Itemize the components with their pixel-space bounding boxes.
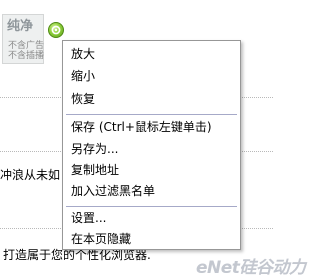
adblock-widget[interactable]: 纯净 不含广告 不含插播: [2, 14, 44, 64]
background-text-line: 冲浪从未如: [0, 168, 61, 182]
menu-separator: [66, 206, 237, 207]
adblock-line: 不含广告: [8, 41, 45, 51]
context-menu: 放大 缩小 恢复 保存 (Ctrl+鼠标左键单击) 另存为... 复制地址 加入…: [62, 40, 241, 250]
menu-item-copy-address[interactable]: 复制地址: [71, 161, 119, 179]
adblock-line: 不含插播: [8, 51, 45, 61]
menu-separator: [66, 114, 237, 115]
adblock-title: 纯净: [7, 19, 34, 34]
enet-watermark: eNet硅谷动力: [196, 258, 306, 278]
menu-item-save[interactable]: 保存 (Ctrl+鼠标左键单击): [71, 118, 212, 136]
green-toggle-icon[interactable]: [48, 22, 64, 38]
menu-item-zoom-out[interactable]: 缩小: [71, 67, 95, 85]
background-text-line: 打造属于您的个性化浏览器.: [3, 248, 151, 262]
menu-item-zoom-in[interactable]: 放大: [71, 45, 95, 63]
menu-item-settings[interactable]: 设置...: [71, 209, 106, 227]
menu-item-add-to-blacklist[interactable]: 加入过滤黑名单: [71, 182, 155, 200]
toggle-glyph-icon: [51, 25, 61, 35]
menu-item-restore[interactable]: 恢复: [71, 90, 95, 108]
menu-item-hide-on-page[interactable]: 在本页隐藏: [71, 230, 131, 248]
menu-item-save-as[interactable]: 另存为...: [71, 140, 118, 158]
